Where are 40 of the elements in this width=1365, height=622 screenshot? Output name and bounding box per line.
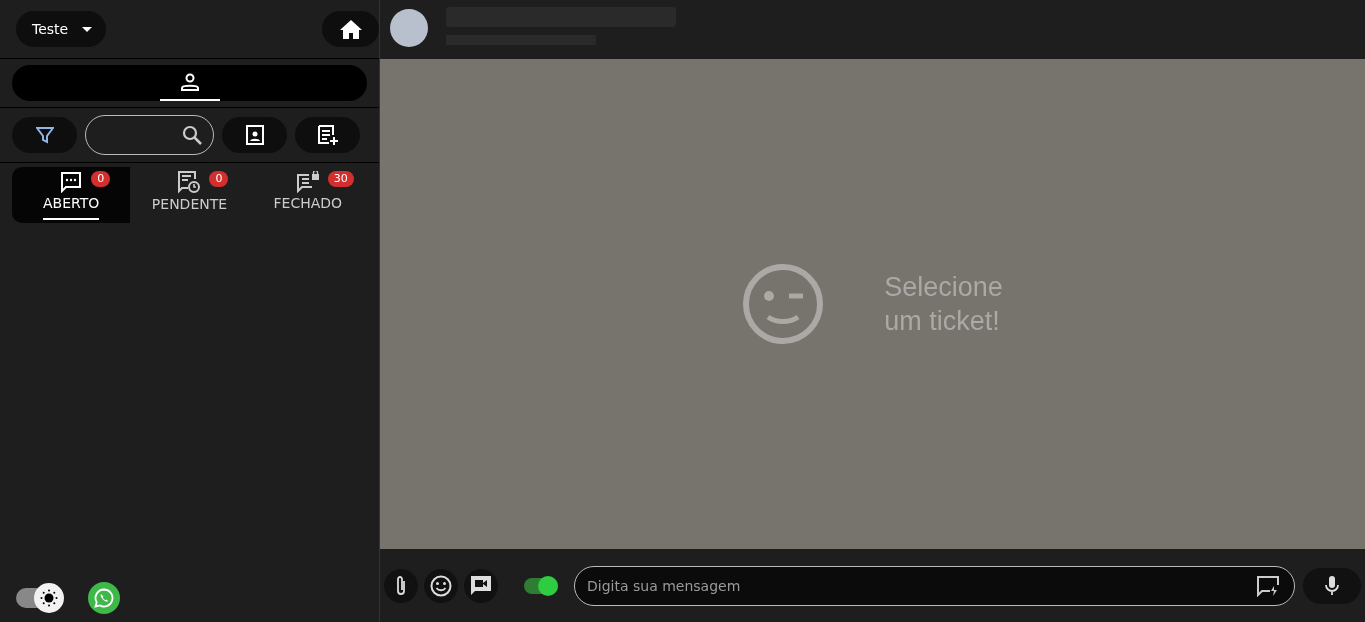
- status-tab[interactable]: ABERTO 0: [12, 167, 131, 223]
- note-add-icon: [316, 125, 339, 145]
- user-menu-button[interactable]: Teste: [16, 11, 107, 47]
- person-icon: [179, 73, 200, 91]
- avatar-placeholder: [390, 9, 428, 47]
- chat-bubble-phone-icon: [94, 588, 114, 608]
- theme-toggle[interactable]: [16, 583, 64, 613]
- signature-toggle[interactable]: [524, 577, 558, 594]
- empty-state-message: Selecione um ticket!: [884, 271, 1003, 338]
- attach-button[interactable]: [384, 568, 418, 603]
- video-chat-icon: [470, 574, 492, 597]
- paperclip-icon: [395, 574, 407, 597]
- count-badge: 0: [91, 171, 111, 187]
- sun-icon: [40, 589, 58, 607]
- home-button[interactable]: [322, 11, 379, 47]
- status-tab[interactable]: PENDENTE 0: [130, 167, 249, 223]
- emoji-button[interactable]: [424, 568, 458, 603]
- whatsapp-button[interactable]: [88, 582, 120, 614]
- search-icon: [182, 125, 202, 145]
- smiley-icon: [430, 574, 452, 597]
- caret-icon: [82, 26, 93, 32]
- chat-bubble-icon: [60, 170, 83, 193]
- filter-button[interactable]: [12, 117, 77, 153]
- microphone-button[interactable]: [1303, 567, 1361, 604]
- search-field[interactable]: [85, 115, 214, 155]
- filter-icon: [35, 126, 54, 144]
- new-ticket-button[interactable]: [295, 117, 360, 153]
- video-message-button[interactable]: [464, 568, 498, 603]
- winking-face-icon: [742, 263, 825, 345]
- schedule-icon: [177, 169, 202, 194]
- contact-card-icon: [245, 125, 264, 145]
- home-icon: [339, 19, 362, 39]
- count-badge: 0: [209, 171, 229, 187]
- microphone-icon: [1325, 575, 1339, 596]
- contacts-button[interactable]: [222, 117, 287, 153]
- locked-chat-icon: [295, 170, 320, 193]
- count-badge: 30: [327, 171, 354, 187]
- message-field[interactable]: Digita sua mensagem: [574, 565, 1295, 606]
- status-tab[interactable]: FECHADO 30: [248, 167, 367, 223]
- quick-reply-icon: [1257, 574, 1279, 597]
